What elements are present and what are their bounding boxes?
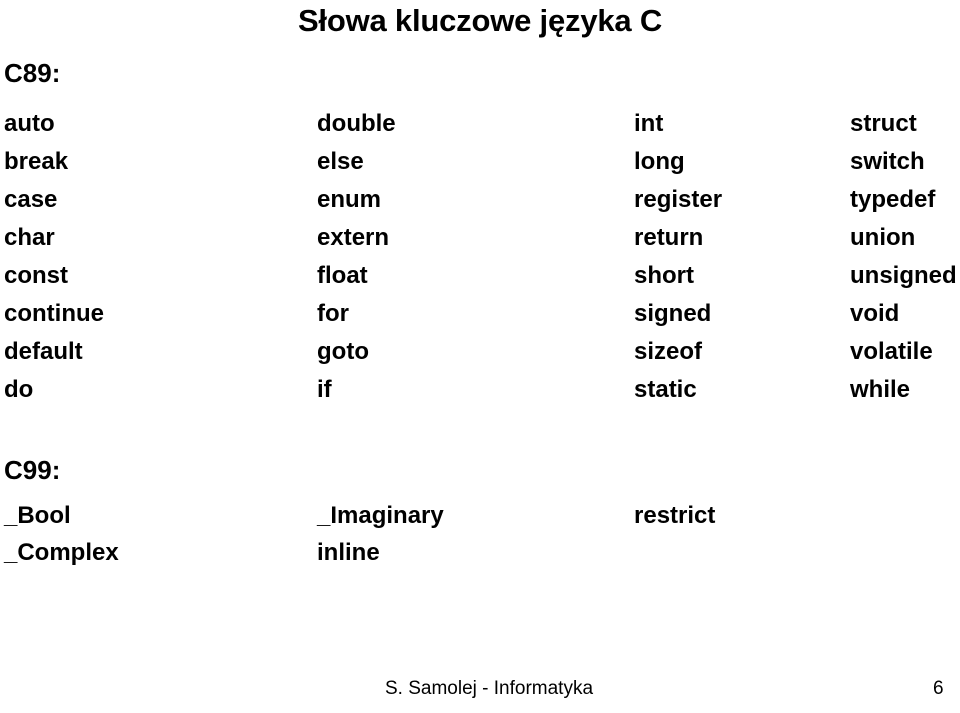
keyword-cell: do	[4, 376, 34, 403]
page-title: Słowa kluczowe języka C	[297, 3, 663, 38]
section-heading-c89: C89:	[4, 58, 61, 88]
keyword-cell: char	[4, 224, 55, 251]
keyword-cell: _Imaginary	[317, 502, 444, 529]
keyword-cell: volatile	[850, 338, 933, 365]
keyword-cell: break	[4, 148, 69, 175]
keyword-cell: restrict	[634, 502, 716, 529]
keyword-cell: extern	[317, 224, 390, 251]
keyword-cell: for	[317, 300, 349, 327]
footer-author: S. Samolej - Informatyka	[385, 678, 594, 699]
keyword-cell: _Complex	[4, 539, 119, 566]
keyword-cell: default	[4, 338, 83, 365]
keyword-cell: void	[850, 300, 900, 327]
keyword-cell: int	[634, 110, 664, 137]
keyword-cell: _Bool	[4, 502, 71, 529]
keyword-cell: long	[634, 148, 685, 175]
footer-page-number: 6	[933, 678, 944, 699]
keyword-cell: struct	[850, 110, 917, 137]
c89-keyword-grid: auto double int struct break else long s…	[0, 105, 960, 409]
keyword-cell: return	[634, 224, 704, 251]
keyword-cell: inline	[317, 539, 380, 566]
keyword-cell: sizeof	[634, 338, 703, 365]
keyword-cell: if	[317, 376, 332, 403]
keyword-cell: while	[850, 376, 911, 403]
keyword-cell: enum	[317, 186, 382, 213]
keyword-cell: auto	[4, 110, 55, 137]
keyword-cell: typedef	[850, 186, 936, 213]
keyword-cell: const	[4, 262, 69, 289]
keyword-cell: signed	[634, 300, 712, 327]
keyword-cell: short	[634, 262, 694, 289]
keyword-cell: union	[850, 224, 916, 251]
keyword-cell: continue	[4, 300, 104, 327]
keyword-cell: static	[634, 376, 697, 403]
keyword-cell: double	[317, 110, 396, 137]
keyword-cell: switch	[850, 148, 925, 175]
keyword-cell: case	[4, 186, 58, 213]
keyword-cell: goto	[317, 338, 369, 365]
keyword-cell: unsigned	[850, 262, 957, 289]
c99-keyword-grid: _Bool _Imaginary restrict _Complex inlin…	[0, 497, 960, 571]
keyword-cell: register	[634, 186, 723, 213]
section-heading-c99: C99:	[4, 455, 61, 485]
keyword-cell: else	[317, 148, 364, 175]
keyword-cell: float	[317, 262, 368, 289]
